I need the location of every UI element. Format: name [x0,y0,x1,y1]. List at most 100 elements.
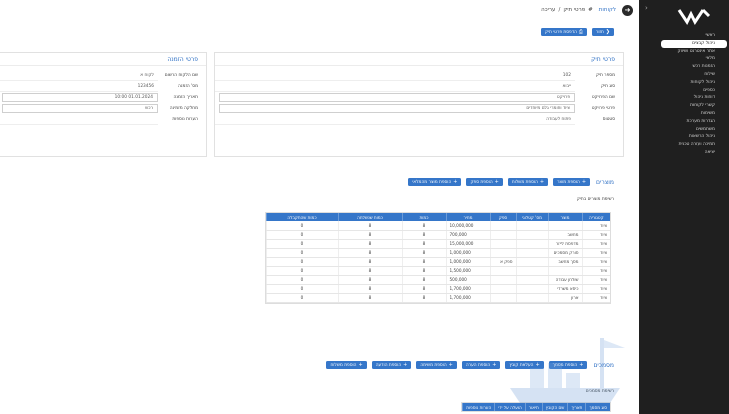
table-cell: שולחן עבודה [547,275,582,285]
field-value[interactable]: 123456 [0,81,158,92]
breadcrumb-item[interactable]: פרטי תיק [563,7,585,13]
table-cell: 1,000,000 [445,257,490,267]
add-button[interactable]: + הוספת ספק [466,178,503,186]
sidebar-item[interactable]: קשרי לקוחות [639,102,729,110]
sidebar-item[interactable]: הזמנות רכש [639,63,729,71]
sidebar-item[interactable]: יציאה [639,149,729,157]
logo [639,0,729,32]
field-value[interactable]: פרויקט [219,93,575,102]
table-cell [515,284,548,294]
table-cell: 8 [401,230,446,240]
add-button[interactable]: + הוספת מוצר מהמלאי [408,178,462,186]
field-value[interactable]: 01.01.2024 10:00 [2,93,158,102]
sidebar-item[interactable]: משימות [639,110,729,118]
back-arrow-icon[interactable]: ➜ [622,4,633,16]
table-cell: 8 [401,284,446,294]
column-header[interactable]: כמות שהתקבלה [265,213,338,221]
field-label: תאריך הזמנה [173,95,199,100]
add-button[interactable]: + הוספת משימה [416,361,457,369]
plus-icon: + [358,362,363,368]
breadcrumb-item: עריכה [541,7,556,13]
table-cell: 0 [265,257,338,267]
table-cell [489,221,516,231]
column-header[interactable]: מוצר [547,213,582,221]
table-row[interactable]: ציוד כיסא משרדי 1,700,000 8 8 0 [265,284,610,294]
sidebar-item[interactable]: ניהול הרשאות [639,133,729,141]
form-row: סטטוס פתוח לעבודה [215,114,623,125]
button-label: הוספת הערה [465,362,491,368]
table-cell: 8 [337,293,402,303]
column-header[interactable]: כמות שנשלחה [337,213,402,221]
table-row[interactable]: ציוד מחשב 700,000 8 8 0 [265,230,610,240]
table-cell: ציוד [581,239,610,249]
field-value[interactable]: פתוח לעבודה [215,114,575,125]
sidebar-item[interactable]: תמיכה ועזרה טכנית [639,141,729,149]
table-cell [489,293,516,303]
background-ship-illustration [510,338,625,403]
sidebar-item[interactable]: דוחות ניהול [639,94,729,102]
sidebar-item[interactable]: אתר אינטרנט ושיווק [639,48,729,56]
sidebar-item[interactable]: ניהול לקוחות [639,79,729,87]
table-cell: 8 [401,266,446,276]
plus-icon: + [453,179,458,185]
form-row: שם הלקוח הרשום לקוח א [0,70,206,81]
table-cell: 8 [337,257,402,267]
table-row[interactable]: ציוד מסך מחשב ספק א 1,000,000 8 8 0 [265,257,610,267]
print-icon: ⎙ [578,29,583,35]
table-cell [515,266,548,276]
table-row[interactable]: ציוד מדפסת לייזר 15,000,000 8 8 0 [265,239,610,249]
customers-link[interactable]: לקוחות [599,7,616,13]
print-file-button[interactable]: ⎙ הדפסת פרטי תיק [541,28,587,36]
column-header[interactable]: ספק [489,213,516,221]
sidebar-item[interactable]: מלאי [639,55,729,63]
column-header[interactable]: מס' קטלוגי [515,213,548,221]
table-cell: ציוד [581,221,610,231]
home-icon[interactable]: # [588,7,593,13]
add-button[interactable]: + הוספת משלוח [326,361,367,369]
table-row[interactable]: ציוד 1,500,000 8 8 0 [265,266,610,276]
add-button[interactable]: + הוספת הערה [461,361,501,369]
table-row[interactable]: ציוד 10,000,000 8 8 0 [265,221,610,231]
field-value[interactable] [0,114,158,125]
field-value[interactable]: רכש [2,104,158,113]
table-cell: ארון [547,293,582,303]
table-row[interactable]: ציוד סורק מסמכים 1,000,000 8 8 0 [265,248,610,258]
menu-collapse-icon[interactable]: ‹ [645,4,648,12]
add-button[interactable]: + הוספת מוצר [553,178,591,186]
form-row: תאריך הזמנה 01.01.2024 10:00 [0,92,206,103]
field-value[interactable]: לקוח א [0,70,158,81]
sidebar-item[interactable]: כספים [639,87,729,95]
button-label: הוספת מוצר מהמלאי [412,179,452,185]
column-header[interactable]: מחיר [445,213,490,221]
sidebar-item[interactable]: ניהול קבצים [661,39,727,48]
top-actions: ❮ חזור ⎙ הדפסת פרטי תיק [541,28,614,36]
add-button[interactable]: + הוספת משלוח [507,178,549,186]
sidebar-item[interactable]: ראשי [639,32,729,40]
column-header[interactable]: הערות נוספות [462,403,495,411]
add-button[interactable]: + הוספת הודעה [371,361,412,369]
table-cell: ציוד [581,275,610,285]
table-cell: 8 [337,239,402,249]
back-button[interactable]: ❮ חזור [591,28,614,36]
form-row: מחלקה מזמינה רכש [0,103,206,114]
column-header[interactable]: כמות [401,213,446,221]
table-cell: ציוד [581,257,610,267]
sidebar-item[interactable]: שילוח [639,71,729,79]
table-row[interactable]: ציוד ארון 1,700,000 8 8 0 [265,293,610,303]
file-details-card: פרטי תיק מספר תיק 102 סוג תיק ייבוא שם הפרוי… [214,52,624,157]
form-row: סוג תיק ייבוא [215,81,623,92]
table-cell: מדפסת לייזר [547,239,582,249]
table-cell: 8 [401,239,446,249]
field-value[interactable]: 102 [215,70,575,81]
sidebar-item[interactable]: משתמשים [639,126,729,134]
column-header[interactable]: קטגוריה [581,213,610,221]
button-label: הוספת מוצר [557,179,580,185]
table-cell: 10,000,000 [445,221,490,231]
field-label: סוג תיק [601,84,615,89]
field-value[interactable]: ציוד וחומרי גלם מיוחדים [219,104,575,113]
table-row[interactable]: ציוד שולחן עבודה 500,000 8 8 0 [265,275,610,285]
field-value[interactable]: ייבוא [215,81,575,92]
sidebar-item[interactable]: הגדרות מערכת [639,118,729,126]
breadcrumb: # פרטי תיק / עריכה [541,7,593,13]
table-cell: 8 [337,248,402,258]
